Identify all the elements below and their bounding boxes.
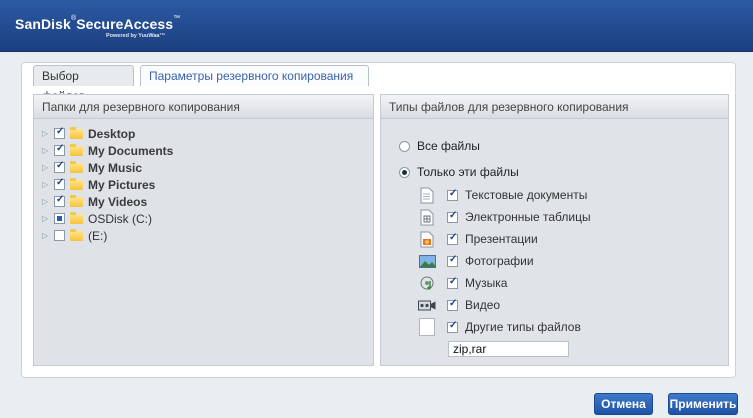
backup-folders-panel: Папки для резервного копирования ▷ Deskt… xyxy=(33,94,374,366)
filetype-checkbox[interactable] xyxy=(447,320,458,333)
app-header: SanDisk®SecureAccess™ Powered by YuuWaa™ xyxy=(0,0,753,52)
tree-item-label: OSDisk (C:) xyxy=(88,211,152,226)
radio-button[interactable] xyxy=(399,140,410,152)
folder-checkbox[interactable] xyxy=(54,213,65,224)
tree-item-label: My Videos xyxy=(88,194,148,209)
folder-checkbox[interactable] xyxy=(54,126,65,139)
text-document-icon xyxy=(418,186,436,204)
tree-item-osdisk-c[interactable]: ▷ OSDisk (C:) xyxy=(42,210,173,227)
file-types-panel: Типы файлов для резервного копирования В… xyxy=(380,94,729,366)
folder-icon xyxy=(70,194,83,207)
folder-icon xyxy=(70,160,83,173)
folder-checkbox[interactable] xyxy=(54,177,65,190)
expand-arrow-icon[interactable]: ▷ xyxy=(42,180,52,189)
expand-arrow-icon[interactable]: ▷ xyxy=(42,197,52,206)
folder-icon xyxy=(70,177,83,190)
filetype-photos[interactable]: Фотографии xyxy=(418,251,534,271)
folder-icon xyxy=(70,228,83,241)
tree-item-label: My Documents xyxy=(88,143,174,158)
radio-all-files[interactable]: Все файлы xyxy=(399,139,480,153)
filetype-text-documents[interactable]: Текстовые документы xyxy=(418,185,587,205)
folder-icon xyxy=(70,126,83,139)
filetype-checkbox[interactable] xyxy=(447,210,458,223)
folder-icon xyxy=(70,143,83,156)
filetype-spreadsheets[interactable]: Электронные таблицы xyxy=(418,207,591,227)
other-extensions-input[interactable] xyxy=(448,341,569,357)
tree-item-my-pictures[interactable]: ▷ My Pictures xyxy=(42,176,173,193)
app-logo: SanDisk®SecureAccess™ xyxy=(15,15,181,32)
filetype-label: Видео xyxy=(465,298,501,312)
photo-icon xyxy=(418,252,436,270)
radio-only-these-files[interactable]: Только эти файлы xyxy=(399,165,519,179)
filetype-label: Музыка xyxy=(465,276,508,290)
tree-item-my-documents[interactable]: ▷ My Documents xyxy=(42,142,173,159)
filetype-checkbox[interactable] xyxy=(447,232,458,245)
folder-checkbox[interactable] xyxy=(54,230,65,241)
radio-label: Все файлы xyxy=(417,139,480,153)
tree-item-label: My Pictures xyxy=(88,177,156,192)
filetype-label: Электронные таблицы xyxy=(465,210,591,224)
radio-label: Только эти файлы xyxy=(417,165,519,179)
expand-arrow-icon[interactable]: ▷ xyxy=(42,146,52,155)
filetype-label: Другие типы файлов xyxy=(465,320,581,334)
tree-item-drive-e[interactable]: ▷ (E:) xyxy=(42,227,173,244)
powered-by-label: Powered by YuuWaa™ xyxy=(106,33,165,39)
filetype-checkbox[interactable] xyxy=(447,298,458,311)
tree-item-label: (E:) xyxy=(88,228,108,243)
folder-checkbox[interactable] xyxy=(54,194,65,207)
tree-item-my-videos[interactable]: ▷ My Videos xyxy=(42,193,173,210)
apply-button[interactable]: Применить xyxy=(668,393,738,415)
blank-file-icon xyxy=(418,318,436,336)
spreadsheet-icon xyxy=(418,208,436,226)
folder-checkbox[interactable] xyxy=(54,143,65,156)
file-types-title: Типы файлов для резервного копирования xyxy=(381,95,728,119)
filetype-presentations[interactable]: Презентации xyxy=(418,229,538,249)
filetype-checkbox[interactable] xyxy=(447,254,458,267)
filetype-video[interactable]: Видео xyxy=(418,295,500,315)
folder-tree: ▷ Desktop ▷ My Documents ▷ My Music ▷ My… xyxy=(42,125,173,244)
filetype-other[interactable]: Другие типы файлов xyxy=(418,317,581,337)
folder-icon xyxy=(70,211,83,224)
filetype-checkbox[interactable] xyxy=(447,276,458,289)
filetype-label: Презентации xyxy=(465,232,538,246)
tree-item-label: My Music xyxy=(88,160,143,175)
tree-item-desktop[interactable]: ▷ Desktop xyxy=(42,125,173,142)
radio-button[interactable] xyxy=(399,166,410,178)
tree-item-my-music[interactable]: ▷ My Music xyxy=(42,159,173,176)
expand-arrow-icon[interactable]: ▷ xyxy=(42,163,52,172)
filetype-label: Фотографии xyxy=(465,254,534,268)
folder-checkbox[interactable] xyxy=(54,160,65,173)
tab-backup-settings[interactable]: Параметры резервного копирования xyxy=(140,65,369,86)
filetype-music[interactable]: Музыка xyxy=(418,273,507,293)
video-icon xyxy=(418,296,436,314)
filetype-label: Текстовые документы xyxy=(465,188,588,202)
music-icon xyxy=(418,274,436,292)
backup-folders-title: Папки для резервного копирования xyxy=(34,95,373,119)
tree-item-label: Desktop xyxy=(88,126,136,141)
cancel-button[interactable]: Отмена xyxy=(594,393,653,415)
presentation-icon xyxy=(418,230,436,248)
expand-arrow-icon[interactable]: ▷ xyxy=(42,214,52,223)
filetype-checkbox[interactable] xyxy=(447,188,458,201)
expand-arrow-icon[interactable]: ▷ xyxy=(42,231,52,240)
expand-arrow-icon[interactable]: ▷ xyxy=(42,129,52,138)
tab-file-selection[interactable]: Выбор файлов xyxy=(33,65,134,103)
